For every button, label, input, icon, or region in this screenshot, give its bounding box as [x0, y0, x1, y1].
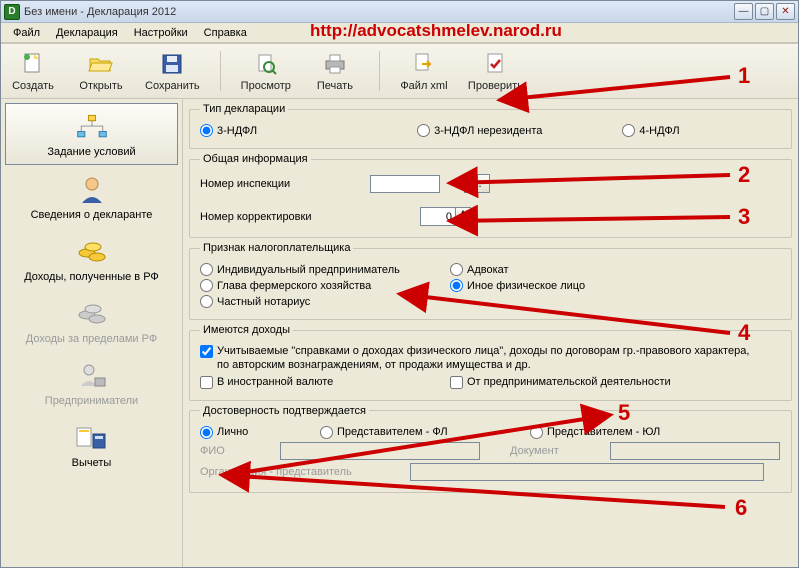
trust-rep-fl[interactable]: Представителем - ФЛ [320, 426, 510, 439]
inspection-browse-button[interactable]: ... [464, 174, 490, 193]
doc-input [610, 442, 780, 460]
check-label: Проверить [468, 80, 523, 92]
correction-input[interactable] [421, 208, 455, 225]
sidebar-item-label: Доходы, полученные в РФ [24, 271, 159, 283]
save-button[interactable]: Сохранить [145, 51, 200, 92]
check-page-icon [482, 51, 508, 77]
trust-group: Достоверность подтверждается Лично Предс… [189, 405, 792, 493]
toolbar: Создать Открыть Сохранить Просмотр Печа [1, 43, 798, 99]
briefcase-person-icon [75, 361, 109, 391]
spinner-down-button[interactable]: ▼ [456, 217, 470, 226]
spinner-up-button[interactable]: ▲ [456, 208, 470, 217]
printer-icon [322, 51, 348, 77]
menubar: Файл Декларация Настройки Справка [1, 23, 798, 43]
sidebar-item-entrepreneurs[interactable]: Предприниматели [5, 353, 178, 413]
body-split: Задание условий Сведения о декларанте До… [1, 99, 798, 567]
inspection-label: Номер инспекции [200, 178, 350, 190]
doc-label: Документ [510, 445, 590, 457]
general-info-group: Общая информация Номер инспекции ... Ном… [189, 153, 792, 238]
taxpayer-farmer[interactable]: Глава фермерского хозяйства [200, 279, 430, 292]
save-icon [159, 51, 185, 77]
trust-legend: Достоверность подтверждается [200, 405, 369, 417]
create-button[interactable]: Создать [9, 51, 57, 92]
filexml-label: Файл xml [400, 80, 447, 92]
taxpayer-advocate[interactable]: Адвокат [450, 263, 509, 276]
taxpayer-group: Признак налогоплательщика Индивидуальный… [189, 242, 792, 320]
print-label: Печать [317, 80, 353, 92]
correction-spinner[interactable]: ▲ ▼ [420, 207, 471, 226]
sidebar-item-income-foreign[interactable]: Доходы за пределами РФ [5, 291, 178, 351]
window-title: Без имени - Декларация 2012 [24, 6, 732, 18]
trust-rep-ul[interactable]: Представителем - ЮЛ [530, 426, 660, 439]
income-foreign-currency[interactable]: В иностранной валюте [200, 376, 430, 389]
taxpayer-notary[interactable]: Частный нотариус [200, 295, 310, 308]
income-group: Имеются доходы Учитываемые "справками о … [189, 324, 792, 401]
fio-label: ФИО [200, 445, 260, 457]
sidebar-item-deductions[interactable]: Вычеты [5, 415, 178, 475]
decl-type-group: Тип декларации 3-НДФЛ 3-НДФЛ нерезидента… [189, 103, 792, 149]
minimize-button[interactable]: — [734, 3, 753, 20]
sidebar-item-income-rf[interactable]: Доходы, полученные в РФ [5, 229, 178, 289]
tree-nodes-icon [75, 112, 109, 142]
sidebar-item-label: Предприниматели [45, 395, 138, 407]
app-icon: D [4, 4, 20, 20]
new-file-icon [20, 51, 46, 77]
taxpayer-ip[interactable]: Индивидуальный предприниматель [200, 263, 430, 276]
decl-type-4ndfl[interactable]: 4-НДФЛ [622, 124, 679, 137]
print-button[interactable]: Печать [311, 51, 359, 92]
maximize-button[interactable]: ▢ [755, 3, 774, 20]
menu-settings[interactable]: Настройки [128, 25, 194, 41]
fio-input [280, 442, 480, 460]
export-file-icon [411, 51, 437, 77]
preview-label: Просмотр [241, 80, 291, 92]
income-legend: Имеются доходы [200, 324, 293, 336]
app-window: D Без имени - Декларация 2012 — ▢ ✕ Файл… [0, 0, 799, 568]
menu-help[interactable]: Справка [198, 25, 253, 41]
folder-open-icon [88, 51, 114, 77]
close-button[interactable]: ✕ [776, 3, 795, 20]
sidebar-item-label: Задание условий [47, 146, 135, 158]
calculator-doc-icon [75, 423, 109, 453]
decl-type-3ndfl-nonres[interactable]: 3-НДФЛ нерезидента [417, 124, 542, 137]
sidebar-item-declarant[interactable]: Сведения о декларанте [5, 167, 178, 227]
magnify-page-icon [253, 51, 279, 77]
decl-type-3ndfl[interactable]: 3-НДФЛ [200, 124, 257, 137]
org-input [410, 463, 764, 481]
coins-icon [75, 237, 109, 267]
create-label: Создать [12, 80, 54, 92]
org-label: Организация - представитель [200, 466, 390, 478]
inspection-input[interactable] [370, 175, 440, 193]
income-spravki[interactable]: Учитываемые "справками о доходах физичес… [200, 345, 762, 373]
menu-file[interactable]: Файл [7, 25, 46, 41]
main-panel: Тип декларации 3-НДФЛ 3-НДФЛ нерезидента… [183, 99, 798, 567]
decl-type-legend: Тип декларации [200, 103, 288, 115]
taxpayer-legend: Признак налогоплательщика [200, 242, 353, 254]
save-label: Сохранить [145, 80, 200, 92]
open-label: Открыть [79, 80, 122, 92]
person-icon [75, 175, 109, 205]
filexml-button[interactable]: Файл xml [400, 51, 448, 92]
sidebar: Задание условий Сведения о декларанте До… [1, 99, 183, 567]
titlebar: D Без имени - Декларация 2012 — ▢ ✕ [1, 1, 798, 23]
sidebar-item-label: Сведения о декларанте [31, 209, 153, 221]
correction-label: Номер корректировки [200, 211, 350, 223]
taxpayer-other[interactable]: Иное физическое лицо [450, 279, 585, 292]
open-button[interactable]: Открыть [77, 51, 125, 92]
check-button[interactable]: Проверить [468, 51, 523, 92]
coins-gray-icon [75, 299, 109, 329]
menu-declaration[interactable]: Декларация [50, 25, 124, 41]
general-info-legend: Общая информация [200, 153, 311, 165]
income-business[interactable]: От предпринимательской деятельности [450, 376, 671, 389]
trust-self[interactable]: Лично [200, 426, 300, 439]
sidebar-item-label: Вычеты [72, 457, 112, 469]
preview-button[interactable]: Просмотр [241, 51, 291, 92]
sidebar-item-conditions[interactable]: Задание условий [5, 103, 178, 165]
sidebar-item-label: Доходы за пределами РФ [26, 333, 157, 345]
